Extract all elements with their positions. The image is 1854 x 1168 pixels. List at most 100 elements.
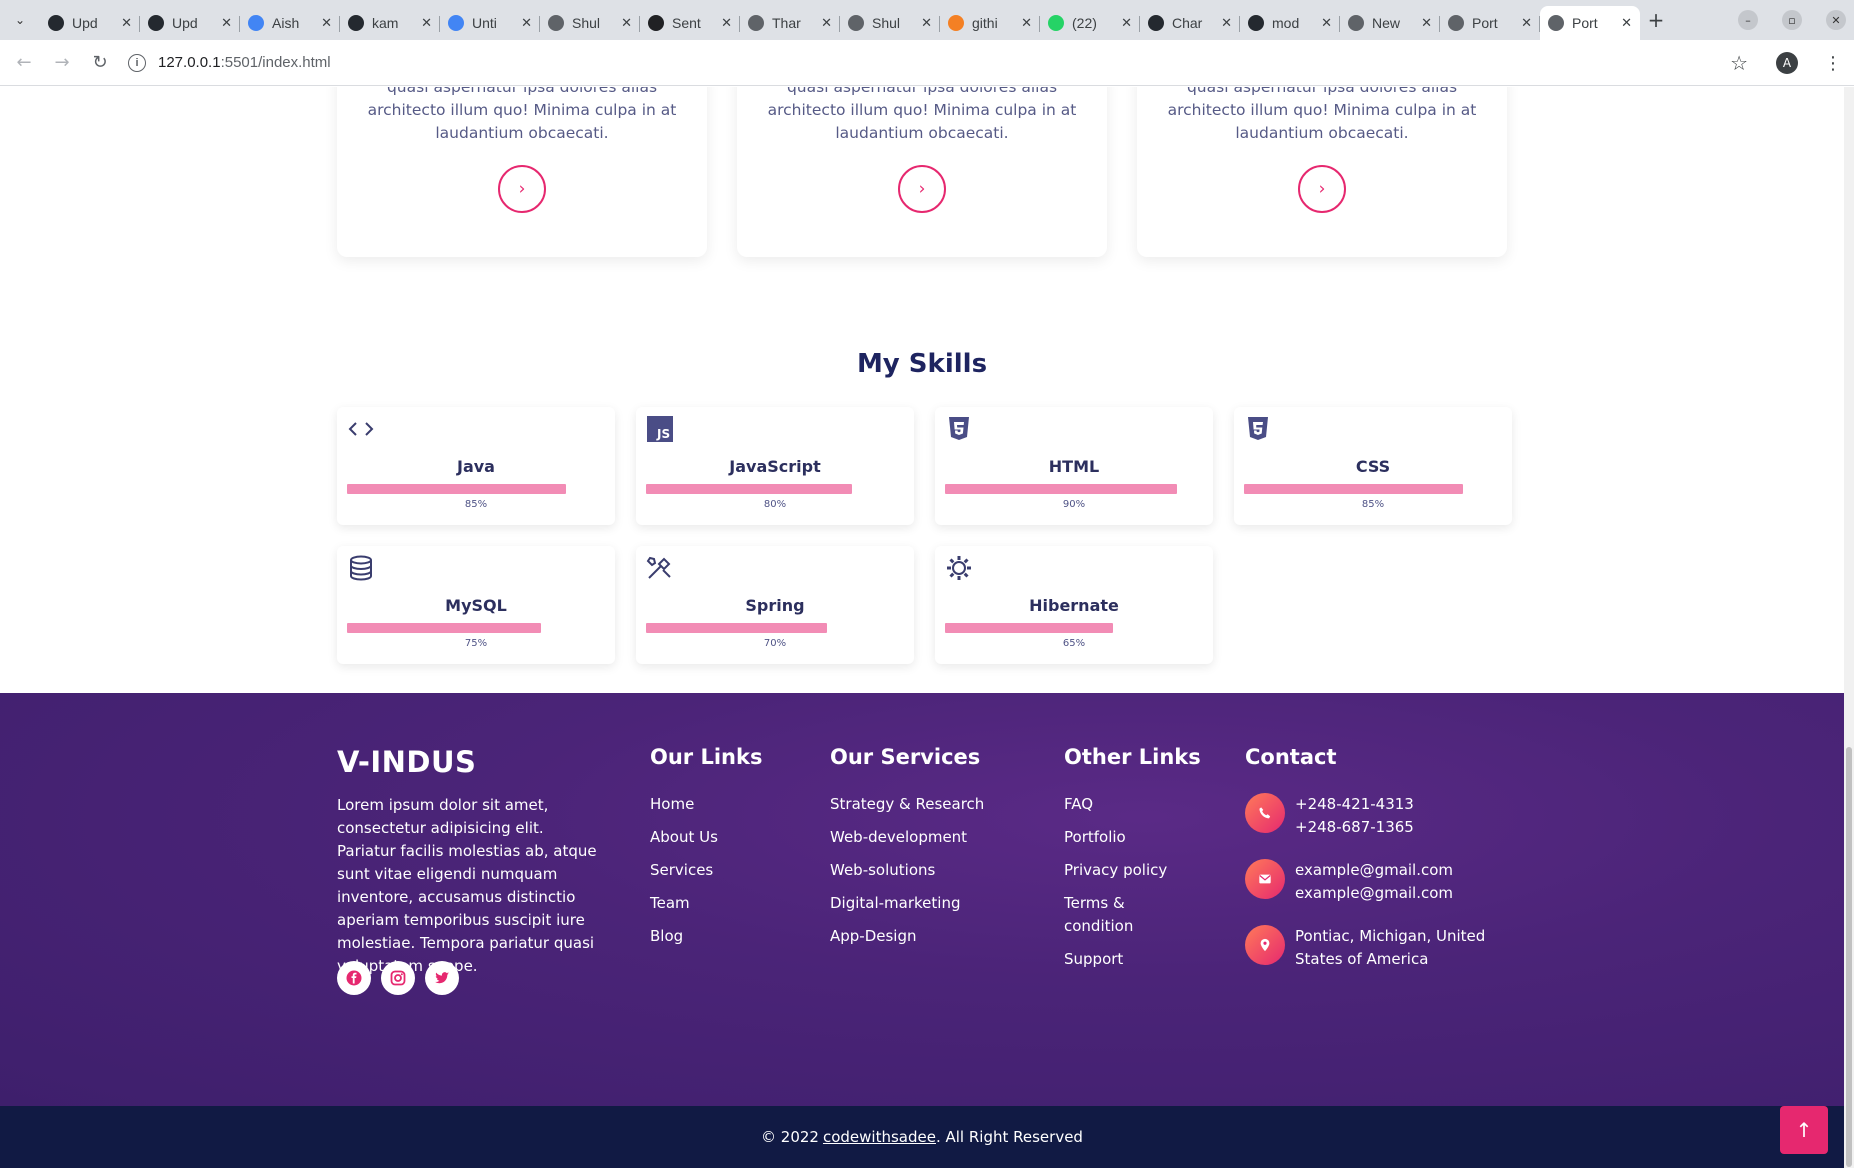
- tab-title: Unti: [472, 15, 497, 31]
- browser-tab[interactable]: (22) ✕: [1040, 6, 1140, 40]
- footer-link-faq[interactable]: FAQ: [1064, 793, 1214, 816]
- footer-link-about[interactable]: About Us: [650, 826, 762, 849]
- tab-close-icon[interactable]: ✕: [1121, 15, 1132, 31]
- footer-service-websolutions[interactable]: Web-solutions: [830, 859, 984, 882]
- browser-tab[interactable]: Shul ✕: [540, 6, 640, 40]
- footer-brand[interactable]: V-INDUS: [337, 745, 476, 779]
- service-more-button[interactable]: ›: [898, 165, 946, 213]
- footer-link-support[interactable]: Support: [1064, 948, 1214, 971]
- tab-close-icon[interactable]: ✕: [721, 15, 732, 31]
- twitter-icon[interactable]: [425, 961, 459, 995]
- service-description: quasi aspernatur ipsa dolores alias arch…: [767, 87, 1077, 142]
- profile-avatar[interactable]: A: [1776, 52, 1798, 74]
- service-more-button[interactable]: ›: [1298, 165, 1346, 213]
- tab-close-icon[interactable]: ✕: [621, 15, 632, 31]
- tab-title: Thar: [772, 15, 801, 31]
- contact-phone-2[interactable]: +248-687-1365: [1295, 816, 1414, 839]
- tab-close-icon[interactable]: ✕: [1421, 15, 1432, 31]
- footer-service-strategy[interactable]: Strategy & Research: [830, 793, 984, 816]
- skill-percent: 90%: [1062, 499, 1086, 510]
- footer-service-webdev[interactable]: Web-development: [830, 826, 984, 849]
- tab-favicon-icon: [248, 15, 264, 31]
- facebook-icon[interactable]: [337, 961, 371, 995]
- skill-name: CSS: [1355, 457, 1391, 476]
- back-to-top-button[interactable]: ↑: [1780, 1106, 1828, 1154]
- scrollbar-thumb[interactable]: [1846, 747, 1852, 1167]
- new-tab-button[interactable]: +: [1640, 4, 1672, 36]
- tab-close-icon[interactable]: ✕: [321, 15, 332, 31]
- footer-link-blog[interactable]: Blog: [650, 925, 762, 948]
- arrow-up-icon: ↑: [1795, 1118, 1813, 1142]
- back-button[interactable]: ←: [10, 49, 38, 77]
- skill-card: Java 85%: [337, 407, 615, 525]
- browser-tab[interactable]: New ✕: [1340, 6, 1440, 40]
- tab-close-icon[interactable]: ✕: [1521, 15, 1532, 31]
- browser-tab[interactable]: mod ✕: [1240, 6, 1340, 40]
- page-scrollbar[interactable]: [1844, 87, 1854, 1168]
- tab-close-icon[interactable]: ✕: [821, 15, 832, 31]
- browser-tab[interactable]: Shul ✕: [840, 6, 940, 40]
- browser-tab[interactable]: Port ✕: [1440, 6, 1540, 40]
- tab-close-icon[interactable]: ✕: [221, 15, 232, 31]
- tab-close-icon[interactable]: ✕: [121, 15, 132, 31]
- tab-title: New: [1372, 15, 1401, 31]
- footer-service-marketing[interactable]: Digital-marketing: [830, 892, 984, 915]
- browser-tab[interactable]: kam ✕: [340, 6, 440, 40]
- reload-button[interactable]: ↻: [86, 49, 114, 77]
- contact-email-2[interactable]: example@gmail.com: [1295, 882, 1453, 905]
- restore-button[interactable]: ▫: [1782, 10, 1802, 30]
- close-window-button[interactable]: ✕: [1826, 10, 1846, 30]
- browser-tab[interactable]: Thar ✕: [740, 6, 840, 40]
- tab-title: Char: [1172, 15, 1203, 31]
- skill-percent: 70%: [763, 638, 787, 649]
- browser-tab[interactable]: Sent ✕: [640, 6, 740, 40]
- tab-close-icon[interactable]: ✕: [1621, 15, 1632, 31]
- copyright-suffix: . All Right Reserved: [935, 1128, 1083, 1146]
- contact-email: example@gmail.com example@gmail.com: [1245, 859, 1453, 905]
- bookmark-star-icon[interactable]: ☆: [1730, 51, 1748, 75]
- site-info-icon[interactable]: i: [128, 53, 146, 72]
- database-icon: [347, 554, 375, 582]
- skill-card: HTML 90%: [935, 407, 1213, 525]
- browser-tab[interactable]: Upd ✕: [40, 6, 140, 40]
- tab-close-icon[interactable]: ✕: [421, 15, 432, 31]
- browser-tab[interactable]: Unti ✕: [440, 6, 540, 40]
- page-viewport: quasi aspernatur ipsa dolores alias arch…: [0, 87, 1854, 1168]
- skill-percent: 75%: [464, 638, 488, 649]
- instagram-icon[interactable]: [381, 961, 415, 995]
- browser-tab[interactable]: Upd ✕: [140, 6, 240, 40]
- contact-phone-1[interactable]: +248-421-4313: [1295, 793, 1414, 816]
- forward-button[interactable]: →: [48, 49, 76, 77]
- browser-tab[interactable]: Char ✕: [1140, 6, 1240, 40]
- tab-close-icon[interactable]: ✕: [1021, 15, 1032, 31]
- browser-menu-icon[interactable]: ⋮: [1824, 53, 1842, 74]
- tab-close-icon[interactable]: ✕: [921, 15, 932, 31]
- footer-link-home[interactable]: Home: [650, 793, 762, 816]
- service-card: quasi aspernatur ipsa dolores alias arch…: [1137, 87, 1507, 257]
- address-bar[interactable]: i 127.0.0.1:5501/index.html: [128, 46, 1738, 80]
- service-card: quasi aspernatur ipsa dolores alias arch…: [337, 87, 707, 257]
- footer-link-portfolio[interactable]: Portfolio: [1064, 826, 1214, 849]
- browser-tab[interactable]: githi ✕: [940, 6, 1040, 40]
- contact-email-1[interactable]: example@gmail.com: [1295, 859, 1453, 882]
- minimize-button[interactable]: –: [1738, 10, 1758, 30]
- copyright-prefix: © 2022: [761, 1128, 819, 1146]
- html5-icon: [945, 415, 973, 443]
- service-more-button[interactable]: ›: [498, 165, 546, 213]
- footer-service-appdesign[interactable]: App-Design: [830, 925, 984, 948]
- tab-search-chevron-icon[interactable]: ⌄: [0, 0, 40, 40]
- tab-favicon-icon: [948, 15, 964, 31]
- tab-favicon-icon: [1548, 15, 1564, 31]
- browser-tab[interactable]: Aish ✕: [240, 6, 340, 40]
- tab-close-icon[interactable]: ✕: [1221, 15, 1232, 31]
- footer-link-team[interactable]: Team: [650, 892, 762, 915]
- copyright-link[interactable]: codewithsadee: [823, 1128, 936, 1146]
- browser-tab[interactable]: Port ✕: [1540, 6, 1640, 40]
- location-pin-icon: [1245, 925, 1285, 965]
- footer-link-services[interactable]: Services: [650, 859, 762, 882]
- footer-other-links: Other Links FAQ Portfolio Privacy policy…: [1064, 745, 1214, 981]
- footer-link-privacy[interactable]: Privacy policy: [1064, 859, 1214, 882]
- tab-close-icon[interactable]: ✕: [521, 15, 532, 31]
- tab-close-icon[interactable]: ✕: [1321, 15, 1332, 31]
- footer-link-terms[interactable]: Terms & condition: [1064, 892, 1174, 938]
